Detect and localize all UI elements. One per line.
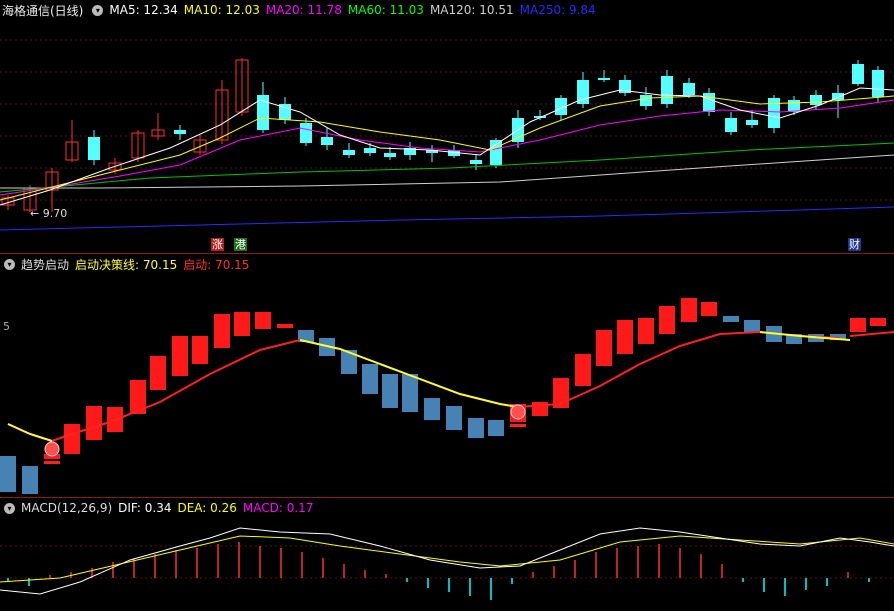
candle-body xyxy=(872,70,884,97)
candle-body xyxy=(321,137,333,145)
trend-bar xyxy=(638,318,654,344)
candle-body xyxy=(788,100,800,112)
trend-bar xyxy=(172,336,188,376)
trend-bar xyxy=(64,424,80,454)
trend-bar xyxy=(617,320,633,354)
candle-body xyxy=(683,83,695,95)
decision-line-up xyxy=(7,339,301,443)
candle-body xyxy=(384,153,396,157)
macd-chart[interactable] xyxy=(0,498,894,611)
ma250-line xyxy=(0,206,894,231)
start-signal-icon xyxy=(44,441,60,457)
candle-body xyxy=(661,76,673,104)
trend-bar xyxy=(86,406,102,440)
trend-start-pane[interactable]: ▾ 趋势启动 启动决策线: 70.15 启动: 70.15 5 xyxy=(0,254,894,497)
trend-bar xyxy=(446,406,462,430)
candle-body xyxy=(598,78,610,80)
start-signal-mark xyxy=(510,424,526,427)
candle-body xyxy=(88,137,100,160)
trend-bar xyxy=(596,330,612,366)
trend-bar xyxy=(850,318,866,332)
trend-bar xyxy=(22,466,38,494)
candle-body xyxy=(364,148,376,153)
candle-body xyxy=(703,93,715,112)
trend-bar xyxy=(382,374,398,408)
decision-line-up xyxy=(849,331,894,337)
trend-bar xyxy=(255,312,271,329)
candle-body xyxy=(768,98,780,128)
candlestick-chart[interactable] xyxy=(0,0,894,253)
start-signal-icon xyxy=(510,404,526,420)
trend-bar xyxy=(277,324,293,328)
trend-bar xyxy=(468,418,484,438)
macd-pane[interactable]: ▾ MACD(12,26,9) DIF: 0.34 DEA: 0.26 MACD… xyxy=(0,498,894,611)
kline-pane[interactable]: 海格通信(日线) ▾ MA5: 12.34 MA10: 12.03 MA20: 11… xyxy=(0,0,894,253)
decision-line-down xyxy=(7,423,53,442)
hk-connect-badge[interactable]: 港 xyxy=(234,238,247,251)
candle-body xyxy=(640,95,652,106)
trend-bar xyxy=(723,316,739,322)
trend-bar xyxy=(681,298,697,322)
finance-report-badge[interactable]: 财 xyxy=(848,238,861,251)
candle-body xyxy=(174,130,186,134)
candle-body xyxy=(300,123,312,143)
trend-bar-chart[interactable] xyxy=(0,254,894,497)
trend-bar xyxy=(488,420,504,436)
candle-body xyxy=(470,160,482,164)
trend-bar xyxy=(424,398,440,420)
trend-bar xyxy=(0,456,16,492)
candle-body xyxy=(852,64,864,84)
trend-bar xyxy=(192,336,208,364)
trend-bar xyxy=(701,302,717,316)
candle-body xyxy=(746,120,758,125)
start-signal-mark xyxy=(44,461,60,464)
low-price-marker: ← 9.70 xyxy=(30,207,68,220)
trend-bar xyxy=(659,306,675,334)
candle-body xyxy=(725,118,737,132)
trend-bar xyxy=(234,312,250,336)
trend-bar xyxy=(402,374,418,412)
trend-bar xyxy=(870,318,886,326)
candle-body xyxy=(810,95,822,105)
trend-bar xyxy=(362,364,378,394)
limit-up-badge[interactable]: 涨 xyxy=(211,238,224,251)
trend-bar xyxy=(214,314,230,348)
candle-body xyxy=(343,150,355,155)
candle-body xyxy=(490,140,502,165)
trend-bar xyxy=(150,356,166,390)
trend-bar xyxy=(744,320,760,332)
trend-bar xyxy=(575,354,591,386)
